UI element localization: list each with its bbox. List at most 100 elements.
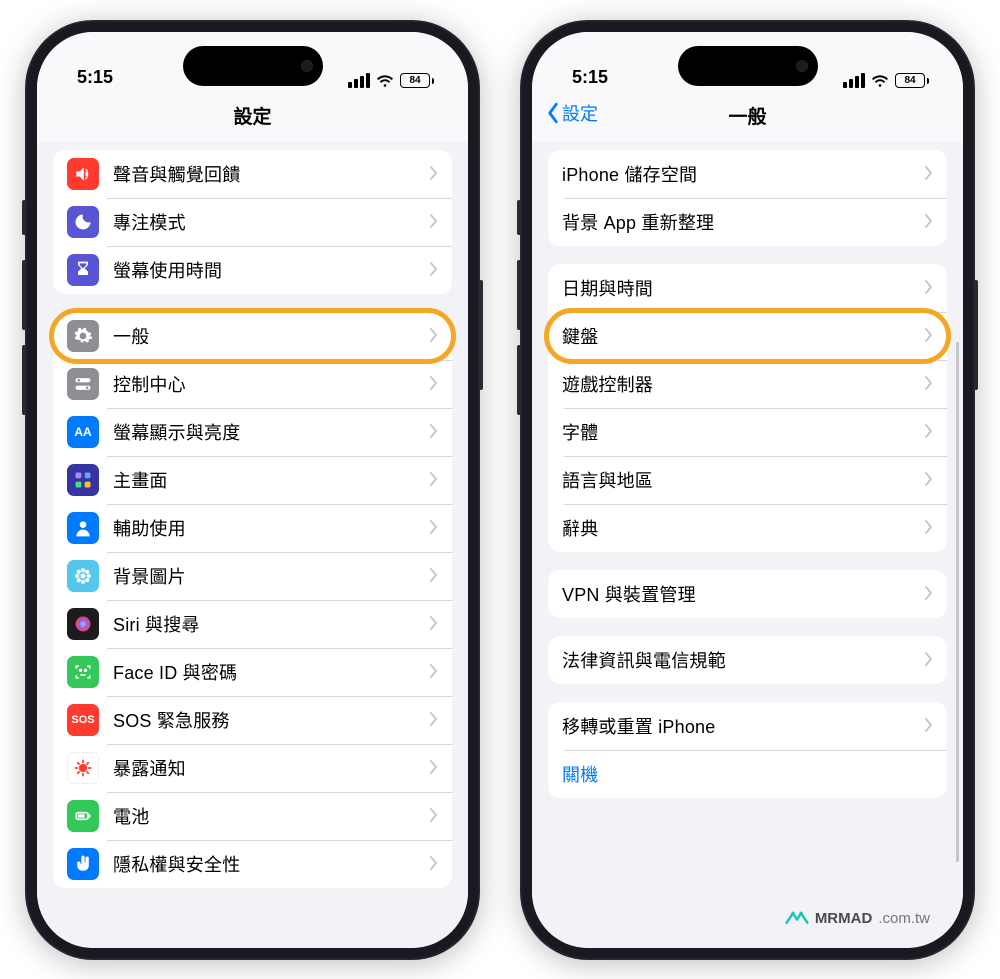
chevron-right-icon [430,325,438,348]
row-label: 日期與時間 [562,275,925,301]
flower-icon [67,560,99,592]
chevron-right-icon [430,373,438,396]
sound-icon [67,158,99,190]
chevron-right-icon [925,649,933,672]
settings-row[interactable]: iPhone 儲存空間 [548,150,947,198]
row-label: 輔助使用 [113,515,430,541]
row-label: 遊戲控制器 [562,371,925,397]
settings-row[interactable]: 法律資訊與電信規範 [548,636,947,684]
phone-side-button [22,200,26,235]
settings-row[interactable]: Face ID 與密碼 [53,648,452,696]
gear-icon [67,320,99,352]
virus-icon [67,752,99,784]
status-time: 5:15 [77,67,113,88]
settings-row[interactable]: 背景圖片 [53,552,452,600]
row-label: 電池 [113,803,430,829]
row-label: 移轉或重置 iPhone [562,713,925,739]
settings-group: iPhone 儲存空間背景 App 重新整理 [548,150,947,246]
settings-row[interactable]: VPN 與裝置管理 [548,570,947,618]
grid-icon [67,464,99,496]
chevron-right-icon [430,853,438,876]
chevron-right-icon [925,583,933,606]
row-label: 一般 [113,323,430,349]
row-label: 背景 App 重新整理 [562,209,925,235]
chevron-right-icon [430,163,438,186]
wifi-icon [376,74,394,88]
settings-row[interactable]: 日期與時間 [548,264,947,312]
settings-group: 法律資訊與電信規範 [548,636,947,684]
chevron-right-icon [430,517,438,540]
chevron-right-icon [430,613,438,636]
watermark-logo-icon [785,909,809,927]
chevron-right-icon [925,325,933,348]
row-label: 關機 [562,761,933,787]
chevron-right-icon [925,211,933,234]
chevron-right-icon [430,661,438,684]
chevron-right-icon [925,715,933,738]
settings-row[interactable]: SOSSOS 緊急服務 [53,696,452,744]
phone-volume-down [517,345,521,415]
settings-group: 聲音與觸覺回饋專注模式螢幕使用時間 [53,150,452,294]
dynamic-island [678,46,818,86]
settings-row[interactable]: 專注模式 [53,198,452,246]
settings-row[interactable]: 一般 [53,312,452,360]
settings-row[interactable]: 控制中心 [53,360,452,408]
row-label: 專注模式 [113,209,430,235]
sos-icon: SOS [67,704,99,736]
status-time: 5:15 [572,67,608,88]
nav-header: 設定 一般 [532,94,963,142]
battery-icon [67,800,99,832]
settings-row[interactable]: 輔助使用 [53,504,452,552]
row-label: Siri 與搜尋 [113,611,430,637]
chevron-right-icon [925,373,933,396]
nav-header: 設定 [37,94,468,142]
settings-row[interactable]: 移轉或重置 iPhone [548,702,947,750]
screen-left: 5:15 84 設定 聲音與觸覺回饋專注模式螢幕使用時間 一般控制中心 AA螢幕顯… [37,32,468,948]
settings-group: 日期與時間鍵盤遊戲控制器字體語言與地區辭典 [548,264,947,552]
watermark-domain: .com.tw [878,910,930,927]
scrollbar[interactable] [956,342,959,862]
settings-row[interactable]: 鍵盤 [548,312,947,360]
row-label: 辭典 [562,515,925,541]
cellular-signal-icon [348,73,370,88]
settings-list[interactable]: 聲音與觸覺回饋專注模式螢幕使用時間 一般控制中心 AA螢幕顯示與亮度主畫面輔助使用… [37,142,468,948]
settings-group: 移轉或重置 iPhone 關機 [548,702,947,798]
chevron-right-icon [925,421,933,444]
settings-row[interactable]: 遊戲控制器 [548,360,947,408]
settings-row[interactable]: AA螢幕顯示與亮度 [53,408,452,456]
hand-icon [67,848,99,880]
settings-row[interactable]: 螢幕使用時間 [53,246,452,294]
cellular-signal-icon [843,73,865,88]
phone-mockup-left: 5:15 84 設定 聲音與觸覺回饋專注模式螢幕使用時間 一般控制中心 AA螢幕顯… [25,20,480,960]
settings-row[interactable]: 關機 [548,750,947,798]
row-label: 暴露通知 [113,755,430,781]
row-label: 鍵盤 [562,323,925,349]
screen-right: 5:15 84 設定 一般 iPhone 儲存空間背景 App 重新整理 日期與… [532,32,963,948]
row-label: 法律資訊與電信規範 [562,647,925,673]
row-label: 聲音與觸覺回饋 [113,161,430,187]
settings-row[interactable]: 聲音與觸覺回饋 [53,150,452,198]
settings-row[interactable]: 主畫面 [53,456,452,504]
settings-row[interactable]: 隱私權與安全性 [53,840,452,888]
moon-icon [67,206,99,238]
settings-row[interactable]: 辭典 [548,504,947,552]
settings-row[interactable]: 語言與地區 [548,456,947,504]
row-label: 控制中心 [113,371,430,397]
chevron-right-icon [430,757,438,780]
battery-level: 84 [409,75,420,86]
settings-row[interactable]: 字體 [548,408,947,456]
settings-row[interactable]: 背景 App 重新整理 [548,198,947,246]
settings-row[interactable]: Siri 與搜尋 [53,600,452,648]
settings-row[interactable]: 電池 [53,792,452,840]
general-list[interactable]: iPhone 儲存空間背景 App 重新整理 日期與時間鍵盤遊戲控制器字體語言與… [532,142,963,948]
chevron-right-icon [430,709,438,732]
row-label: 螢幕顯示與亮度 [113,419,430,445]
settings-row[interactable]: 暴露通知 [53,744,452,792]
phone-mockup-right: 5:15 84 設定 一般 iPhone 儲存空間背景 App 重新整理 日期與… [520,20,975,960]
phone-volume-up [22,260,26,330]
back-button[interactable]: 設定 [546,100,598,126]
battery-indicator: 84 [400,73,434,88]
chevron-right-icon [925,277,933,300]
settings-group: 一般控制中心 AA螢幕顯示與亮度主畫面輔助使用背景圖片 Siri 與搜尋 Face I… [53,312,452,888]
chevron-right-icon [430,421,438,444]
